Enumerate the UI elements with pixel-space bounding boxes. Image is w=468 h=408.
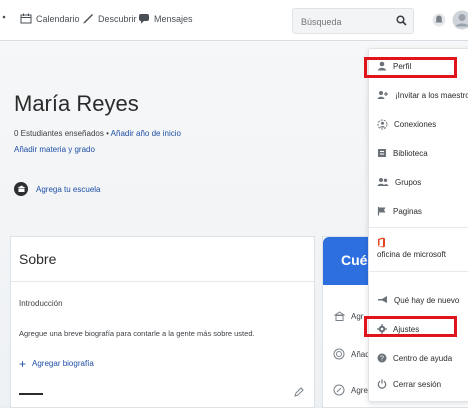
menu-item-help-label: Centro de ayuda <box>393 354 452 363</box>
plus-icon: + <box>19 360 26 368</box>
rocket-icon <box>82 13 94 24</box>
menu-item-help-center[interactable]: ? Centro de ayuda <box>377 353 452 363</box>
pencil-circle-icon <box>333 384 345 396</box>
school-outline-icon <box>333 310 345 322</box>
intro-label: Introducción <box>19 299 63 308</box>
user-icon <box>377 61 387 71</box>
students-taught: 0 Estudiantes enseñados <box>14 129 104 138</box>
avatar-icon[interactable] <box>452 8 468 32</box>
menu-separator <box>369 227 468 228</box>
add-school-link[interactable]: Agrega tu escuela <box>14 182 101 196</box>
menu-item-profile[interactable]: Perfil <box>377 61 411 71</box>
section-heading-fragment <box>19 393 43 395</box>
profile-meta: 0 Estudiantes enseñados • Añadir año de … <box>14 129 181 138</box>
calendar-icon <box>20 13 32 24</box>
menu-item-settings[interactable]: Ajustes <box>377 324 419 334</box>
search-icon[interactable] <box>396 15 407 26</box>
megaphone-icon <box>377 295 388 305</box>
pages-icon <box>377 206 387 216</box>
circle-grade-icon <box>333 348 345 360</box>
nav-left-edge-icon[interactable] <box>2 13 6 21</box>
add-bio-label: Agregar biografía <box>32 359 94 368</box>
add-start-year-link[interactable]: Añadir año de inicio <box>111 129 181 138</box>
add-school-label: Agrega tu escuela <box>36 185 101 194</box>
add-subject-grade-link[interactable]: Añadir materia y grado <box>14 145 95 154</box>
menu-item-library[interactable]: Biblioteca <box>377 148 428 158</box>
library-icon <box>377 148 387 158</box>
top-navigation-bar: Calendario Descubrir Mensajes <box>0 0 468 41</box>
svg-text:?: ? <box>380 356 384 363</box>
menu-item-whats-new-label: Qué hay de nuevo <box>394 296 459 305</box>
menu-item-library-label: Biblioteca <box>393 149 428 158</box>
nav-calendar[interactable]: Calendario <box>20 13 80 24</box>
menu-item-pages-label: Paginas <box>393 207 422 216</box>
menu-item-invite-label: ¡Invitar a los maestros! <box>395 91 468 100</box>
search-input[interactable] <box>299 13 393 31</box>
menu-item-groups[interactable]: Grupos <box>377 177 421 187</box>
menu-item-logout-label: Cerrar sesión <box>393 380 441 389</box>
menu-item-settings-label: Ajustes <box>393 325 419 334</box>
about-card: Sobre Introducción Agregue una breve bio… <box>10 236 315 408</box>
office-icon <box>377 237 386 248</box>
edit-pencil-icon[interactable] <box>294 387 304 397</box>
menu-item-logout[interactable]: Cerrar sesión <box>377 379 441 389</box>
add-bio-link[interactable]: + Agregar biografía <box>19 359 94 368</box>
chat-bubble-icon <box>138 13 150 24</box>
notifications-bell-icon[interactable] <box>432 12 446 28</box>
power-icon <box>377 379 387 389</box>
gear-icon <box>377 324 387 334</box>
about-divider <box>11 281 314 282</box>
meta-separator: • <box>106 129 109 138</box>
menu-item-pages[interactable]: Paginas <box>377 206 422 216</box>
ellipsis-icon <box>2 13 6 21</box>
help-icon: ? <box>377 353 387 363</box>
invite-users-icon <box>377 90 389 100</box>
menu-item-office[interactable]: oficina de microsoft <box>377 237 446 259</box>
about-title: Sobre <box>19 251 56 267</box>
nav-discover[interactable]: Descubrir <box>82 13 137 24</box>
menu-item-invite[interactable]: ¡Invitar a los maestros! <box>377 90 468 100</box>
menu-item-whats-new[interactable]: Qué hay de nuevo <box>377 295 459 305</box>
nav-messages-label: Mensajes <box>154 14 193 24</box>
menu-item-connections-label: Conexiones <box>394 120 436 129</box>
school-icon <box>14 182 28 196</box>
intro-text: Agregue una breve biografía para contarl… <box>19 329 255 338</box>
menu-separator <box>369 271 468 272</box>
nav-discover-label: Descubrir <box>98 14 137 24</box>
profile-dropdown-menu: Perfil ¡Invitar a los maestros! Conexion… <box>368 48 468 402</box>
nav-messages[interactable]: Mensajes <box>138 13 193 24</box>
nav-calendar-label: Calendario <box>36 14 80 24</box>
menu-item-groups-label: Grupos <box>395 178 421 187</box>
menu-item-profile-label: Perfil <box>393 62 411 71</box>
menu-item-connections[interactable]: Conexiones <box>377 119 436 130</box>
search-box[interactable] <box>292 8 414 34</box>
connections-icon <box>377 119 388 130</box>
profile-name: María Reyes <box>14 91 139 117</box>
groups-icon <box>377 177 389 187</box>
side-row-1-label: Agr <box>351 312 363 321</box>
menu-item-office-label: oficina de microsoft <box>377 250 446 259</box>
